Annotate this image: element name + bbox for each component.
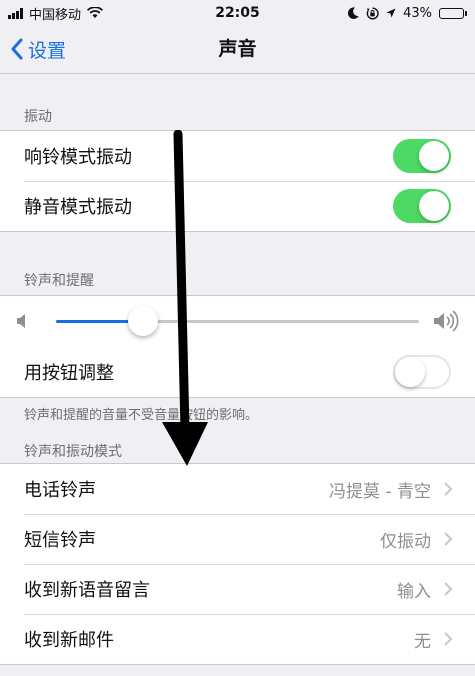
- row-label: 静音模式振动: [24, 197, 132, 218]
- carrier-name: 中国移动: [29, 7, 82, 23]
- toggle-knob: [395, 356, 425, 387]
- page-title: 声音: [218, 38, 257, 60]
- toggle-knob: [419, 141, 449, 171]
- chevron-right-icon: [444, 532, 453, 546]
- status-left: 中国移动: [8, 4, 104, 23]
- navigation-bar: 设置 声音: [0, 26, 475, 74]
- orientation-lock-icon: [366, 6, 379, 19]
- chevron-right-icon: [444, 582, 453, 596]
- new-voicemail-row[interactable]: 收到新语音留言 输入: [0, 564, 475, 614]
- moon-icon: [348, 7, 359, 19]
- new-mail-row[interactable]: 收到新邮件 无: [0, 614, 475, 664]
- toggle-knob: [419, 191, 449, 221]
- row-label: 收到新邮件: [24, 630, 114, 651]
- ringtone-row[interactable]: 电话铃声 冯提莫 - 青空: [0, 464, 475, 514]
- battery-icon: [439, 7, 467, 19]
- battery-percent: 43%: [403, 5, 432, 21]
- text-tone-row[interactable]: 短信铃声 仅振动: [0, 514, 475, 564]
- vibrate-on-silent-row: 静音模式振动: [0, 181, 475, 231]
- ringer-footnote: 铃声和提醒的音量不受音量按钮的影响。: [24, 408, 259, 423]
- change-with-buttons-toggle[interactable]: [393, 354, 451, 389]
- chevron-right-icon: [444, 632, 453, 646]
- section-header-vibrate: 振动: [24, 109, 52, 125]
- vibrate-on-silent-toggle[interactable]: [393, 189, 451, 223]
- row-label: 响铃模式振动: [24, 147, 132, 168]
- row-value: 无: [414, 631, 431, 652]
- signal-icon: [8, 7, 23, 19]
- location-icon: [386, 8, 396, 18]
- row-value: 输入: [397, 581, 431, 602]
- ringer-group: 用按钮调整: [0, 295, 475, 398]
- volume-slider-row: [0, 296, 475, 346]
- volume-high-icon: [434, 310, 459, 332]
- volume-slider[interactable]: [56, 306, 419, 336]
- vibrate-on-ring-toggle[interactable]: [393, 139, 451, 173]
- status-right: 43%: [348, 6, 467, 21]
- chevron-right-icon: [444, 482, 453, 496]
- row-label: 收到新语音留言: [24, 580, 150, 601]
- change-with-buttons-row: 用按钮调整: [0, 346, 475, 397]
- volume-low-icon: [17, 314, 25, 328]
- section-header-patterns: 铃声和振动模式: [24, 444, 122, 460]
- vibrate-group: 响铃模式振动 静音模式振动: [0, 130, 475, 232]
- wifi-icon: [87, 7, 104, 18]
- section-header-ringer: 铃声和提醒: [24, 273, 94, 289]
- status-bar: 中国移动 22:05 43%: [0, 0, 475, 26]
- row-value: 冯提莫 - 青空: [329, 481, 431, 502]
- row-label: 用按钮调整: [24, 362, 114, 384]
- row-label: 短信铃声: [24, 530, 96, 551]
- vibrate-on-ring-row: 响铃模式振动: [0, 131, 475, 181]
- sound-settings-screen: 中国移动 22:05 43% 设置 声音 振动 响铃模式振动 静音模式振动 铃声…: [0, 0, 475, 676]
- volume-slider-thumb[interactable]: [128, 306, 159, 336]
- patterns-group: 电话铃声 冯提莫 - 青空 短信铃声 仅振动 收到新语音留言 输入 收到新邮件 …: [0, 463, 475, 665]
- row-value: 仅振动: [380, 531, 431, 552]
- row-label: 电话铃声: [24, 480, 96, 501]
